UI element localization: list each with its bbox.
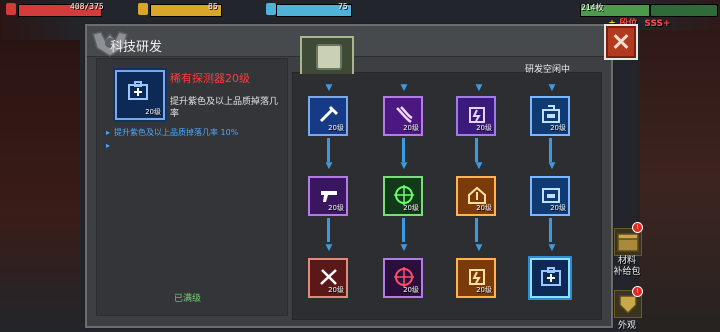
tree-arrow: ▼ xyxy=(475,161,483,171)
max-level-label: 已满级 xyxy=(174,294,202,304)
tech-node[interactable]: 20级 xyxy=(383,176,423,216)
selected-item-level: 20级 xyxy=(145,108,161,116)
tech-node[interactable]: 20级 xyxy=(456,258,496,298)
supply-pack-label: 材料 补给包 xyxy=(613,256,641,277)
research-status: 研发空闲中 xyxy=(525,65,571,75)
node-level: 20级 xyxy=(550,204,566,212)
tree-arrow: ▼ xyxy=(548,161,556,171)
tech-node[interactable]: 20级 xyxy=(383,96,423,136)
bullet-triangle-icon: ▸ xyxy=(106,128,111,137)
selected-item-name: 稀有探测器20级 xyxy=(170,72,250,85)
tree-connector xyxy=(327,218,330,242)
tree-connector xyxy=(402,138,405,162)
appearance-label: 外观 xyxy=(617,321,636,331)
tech-node[interactable]: 20级 xyxy=(308,96,348,136)
tree-connector xyxy=(475,218,478,242)
medkit-icon xyxy=(541,267,561,286)
gold-value: 85 xyxy=(208,2,218,11)
tree-connector xyxy=(549,138,552,162)
scene-left-wall xyxy=(0,40,80,332)
node-level: 20级 xyxy=(328,286,344,294)
tree-arrow: ▼ xyxy=(475,83,483,93)
tree-arrow: ▼ xyxy=(325,161,333,171)
medkit-icon xyxy=(128,81,148,100)
tech-node[interactable]: 20级 xyxy=(456,96,496,136)
tech-node[interactable]: 20级 xyxy=(456,176,496,216)
tech-node[interactable]: 20级 xyxy=(530,96,570,136)
tree-arrow: ▼ xyxy=(325,83,333,93)
energy-value: 75 xyxy=(338,2,348,11)
tree-connector xyxy=(402,218,405,242)
effect-line-2: ▸ xyxy=(106,141,110,150)
tech-node[interactable]: 20级 xyxy=(383,258,423,298)
node-level: 20级 xyxy=(476,286,492,294)
selected-item-icon: 20级 xyxy=(115,70,165,120)
tree-arrow: ▼ xyxy=(548,83,556,93)
coin-icon xyxy=(138,3,148,15)
tech-node-selected[interactable] xyxy=(530,258,570,298)
hp-value: 408/375 xyxy=(70,2,104,11)
tree-arrow: ▼ xyxy=(400,243,408,253)
tree-connector xyxy=(549,218,552,242)
selected-item-description: 提升紫色及以上品质掉落几率 xyxy=(170,97,279,119)
node-level: 20级 xyxy=(476,204,492,212)
node-level: 20级 xyxy=(550,124,566,132)
tree-arrow: ▼ xyxy=(400,161,408,171)
energy-icon xyxy=(266,3,276,15)
close-button[interactable] xyxy=(604,24,638,60)
scene-right-wall xyxy=(640,30,720,332)
tech-node[interactable]: 20级 xyxy=(308,258,348,298)
tree-arrow: ▼ xyxy=(548,243,556,253)
rank-value: SSS+ xyxy=(644,19,671,29)
tree-connector xyxy=(475,138,478,162)
notification-badge: ! xyxy=(632,286,643,297)
tech-node[interactable]: 20级 xyxy=(530,176,570,216)
node-level: 20级 xyxy=(403,124,419,132)
tree-arrow: ▼ xyxy=(400,83,408,93)
bullet-triangle-icon: ▸ xyxy=(106,141,111,150)
node-level: 20级 xyxy=(476,124,492,132)
tech-node[interactable]: 20级 xyxy=(308,176,348,216)
node-level: 20级 xyxy=(328,124,344,132)
tab-robot[interactable] xyxy=(300,36,354,74)
effect-text: 提升紫色及以上品质掉落几率 10% xyxy=(114,128,239,137)
heart-icon xyxy=(6,3,16,15)
node-level: 20级 xyxy=(328,204,344,212)
node-level: 20级 xyxy=(403,204,419,212)
node-level: 20级 xyxy=(403,286,419,294)
gem-value: 214枚 xyxy=(581,3,604,12)
tree-arrow: ▼ xyxy=(475,243,483,253)
effect-line: ▸ 提升紫色及以上品质掉落几率 10% xyxy=(106,127,238,138)
tree-connector xyxy=(327,138,330,162)
panel-title: 科技研发 xyxy=(110,40,163,55)
tree-arrow: ▼ xyxy=(325,243,333,253)
robot-head-icon xyxy=(316,44,342,70)
notification-badge: ! xyxy=(632,222,643,233)
